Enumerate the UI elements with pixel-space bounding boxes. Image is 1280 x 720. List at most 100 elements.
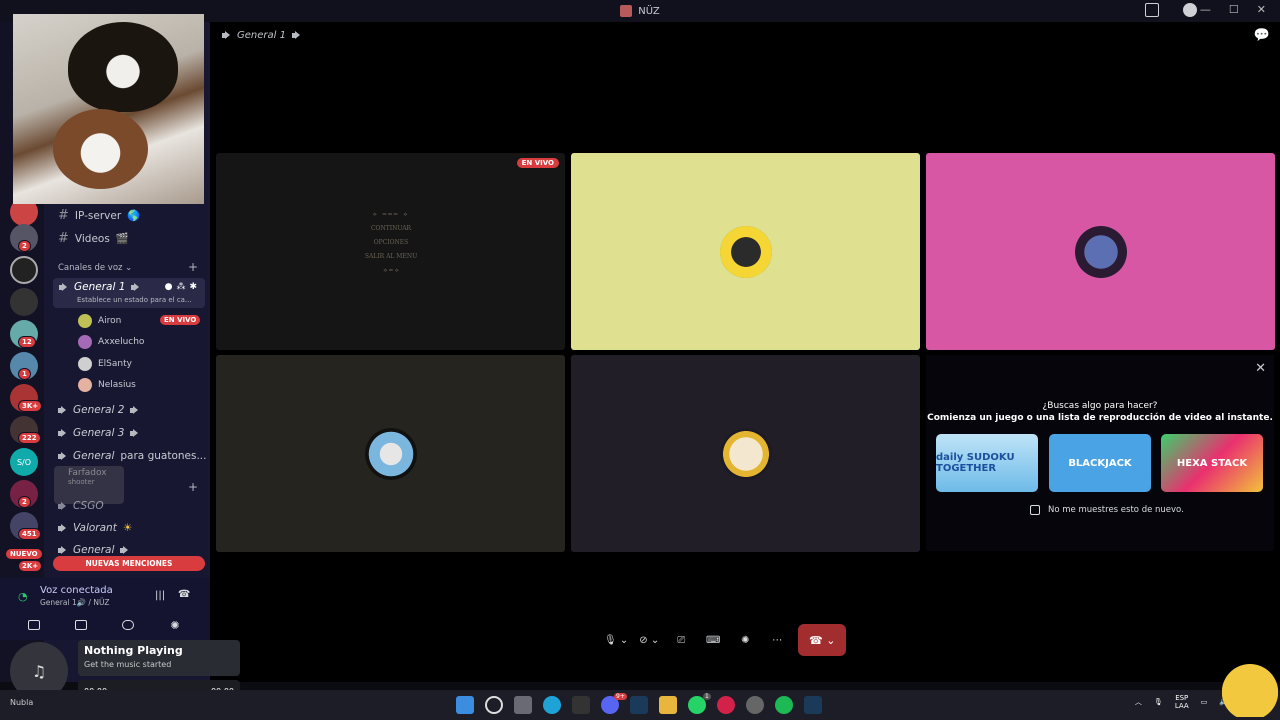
- voice-channel-general-3[interactable]: General 3: [58, 427, 139, 439]
- server-icon[interactable]: [10, 288, 38, 316]
- add-channel-icon[interactable]: +: [188, 260, 198, 274]
- dog-image: [53, 109, 148, 189]
- activity-card-blackjack[interactable]: BLACKJACK: [1049, 434, 1151, 492]
- voice-user[interactable]: Nelasius: [78, 378, 136, 392]
- speaker-icon: [58, 451, 67, 461]
- voice-section-header[interactable]: Canales de voz ⌄: [58, 263, 132, 273]
- voice-user[interactable]: Airon: [78, 314, 121, 328]
- participant-tile[interactable]: [571, 355, 920, 552]
- weather-text[interactable]: Nubla: [10, 698, 33, 707]
- call-stage: General 1 💬 EN VIVO ⟡ ═══ ⟡ CONTINUAR OP…: [210, 22, 1280, 682]
- close-window-button[interactable]: ✕: [1257, 3, 1266, 16]
- hash-icon: #: [58, 231, 69, 246]
- voice-user[interactable]: ElSanty: [78, 357, 132, 371]
- server-badge: 2: [18, 496, 31, 508]
- avatar: [78, 357, 92, 371]
- channel-videos[interactable]: # Videos 🎬: [58, 231, 129, 246]
- dog-image: [68, 22, 178, 112]
- disconnect-button[interactable]: ☎ ⌄: [798, 624, 847, 656]
- new-badge: NUEVO: [5, 548, 43, 560]
- language-indicator[interactable]: ESP LAA: [1175, 694, 1189, 710]
- voice-channel-valorant[interactable]: Valorant ☀: [58, 522, 132, 534]
- taskbar-badge: 1: [703, 693, 711, 700]
- network-icon[interactable]: ▭: [1201, 698, 1208, 706]
- taskbar: 9+ 1 ︿ 🎙 ESPLAA ▭ 🔊 Nubla: [0, 690, 1280, 720]
- signal-icon[interactable]: ◔: [18, 590, 28, 603]
- mic-icon[interactable]: 🎙: [1154, 698, 1163, 706]
- participant-tile[interactable]: [926, 153, 1275, 350]
- voice-channel-general-2[interactable]: General 2: [58, 404, 139, 416]
- speaker-icon: [58, 428, 67, 438]
- steam-icon[interactable]: [630, 696, 648, 714]
- camera-button[interactable]: [14, 616, 54, 634]
- epic-games-icon[interactable]: [572, 696, 590, 714]
- speaker-icon: [59, 282, 68, 292]
- voice-channel-current[interactable]: General 1 Establece un estado para el ca…: [53, 278, 205, 308]
- channel-status[interactable]: Establece un estado para el ca...: [77, 296, 192, 304]
- chat-icon[interactable]: 💬: [1254, 28, 1270, 43]
- gamepad-icon[interactable]: ⌨: [702, 629, 724, 651]
- activity-card-hexa[interactable]: HEXA STACK: [1161, 434, 1263, 492]
- speaker-icon: [58, 501, 67, 511]
- channel-ip-server[interactable]: # IP-server 🌎: [58, 208, 140, 223]
- participant-tile[interactable]: [216, 355, 565, 552]
- noise-suppression-icon[interactable]: |||: [155, 590, 165, 601]
- search-icon[interactable]: [485, 696, 503, 714]
- chevron-up-icon[interactable]: ︿: [1135, 697, 1142, 707]
- server-badge: 1: [18, 368, 31, 380]
- voice-user[interactable]: Axxelucho: [78, 335, 144, 349]
- task-view-icon[interactable]: [514, 696, 532, 714]
- screen-share-button[interactable]: [61, 616, 101, 634]
- new-mentions-button[interactable]: NUEVAS MENCIONES: [53, 556, 205, 571]
- app-icon[interactable]: [746, 696, 764, 714]
- speaker-icon: [120, 545, 129, 555]
- speaker-icon: [58, 523, 67, 533]
- activity-card-sudoku[interactable]: daily SUDOKU TOGETHER: [936, 434, 1038, 492]
- dont-show-again[interactable]: No me muestres esto de nuevo.: [1030, 505, 1184, 515]
- system-tray: ︿ 🎙 ESPLAA ▭ 🔊: [1135, 694, 1228, 710]
- inbox-icon[interactable]: [1145, 3, 1159, 17]
- participant-tile[interactable]: [571, 153, 920, 350]
- voice-channel-guatones[interactable]: General para guatones...: [58, 450, 206, 462]
- live-badge: EN VIVO: [516, 158, 559, 168]
- add-channel-icon[interactable]: +: [188, 480, 198, 494]
- speaker-icon: [58, 545, 67, 555]
- server-badge: 451: [18, 528, 41, 540]
- channel-actions[interactable]: ●⁂✱: [165, 282, 201, 292]
- start-icon[interactable]: [456, 696, 474, 714]
- spotify-icon[interactable]: [775, 696, 793, 714]
- speaker-icon: [130, 428, 139, 438]
- avatar: [719, 225, 772, 278]
- edge-icon[interactable]: [543, 696, 561, 714]
- voice-channel-general[interactable]: General: [58, 544, 129, 556]
- mic-button[interactable]: 🎙 ⌄: [604, 629, 628, 651]
- voice-status[interactable]: Voz conectada: [40, 585, 113, 596]
- disconnect-icon[interactable]: ☎: [178, 589, 190, 600]
- soundboard-icon: ✺: [170, 618, 180, 632]
- server-icon[interactable]: [10, 256, 38, 284]
- soundboard-button[interactable]: ✺: [155, 616, 195, 634]
- avatar: [364, 427, 417, 480]
- maximize-button[interactable]: ☐: [1229, 3, 1239, 16]
- steam-icon[interactable]: [804, 696, 822, 714]
- drag-ghost: Farfadox shooter: [54, 466, 124, 504]
- opera-icon[interactable]: [717, 696, 735, 714]
- stream-tile[interactable]: EN VIVO ⟡ ═══ ⟡ CONTINUAR OPCIONES SALIR…: [216, 153, 565, 350]
- camera-toggle[interactable]: ⊘ ⌄: [638, 629, 660, 651]
- screen-share-icon[interactable]: ⎚: [670, 629, 692, 651]
- voice-channel-csgo[interactable]: CSGO: [58, 500, 104, 512]
- server-icon[interactable]: S/O: [10, 448, 38, 476]
- live-badge: EN VIVO: [160, 315, 201, 325]
- pip-video[interactable]: [13, 14, 204, 204]
- help-icon[interactable]: [1183, 3, 1197, 17]
- checkbox[interactable]: [1030, 505, 1040, 515]
- avatar: [719, 427, 772, 480]
- voice-channel-path[interactable]: General 1🔊 / NÜZ: [40, 598, 109, 607]
- more-icon[interactable]: ⋯: [766, 629, 788, 651]
- soundboard-icon[interactable]: ✺: [734, 629, 756, 651]
- activity-button[interactable]: [108, 616, 148, 634]
- folder-icon[interactable]: [659, 696, 677, 714]
- close-icon[interactable]: ✕: [1255, 361, 1266, 376]
- speaker-icon: [131, 282, 140, 292]
- minimize-button[interactable]: —: [1200, 3, 1211, 16]
